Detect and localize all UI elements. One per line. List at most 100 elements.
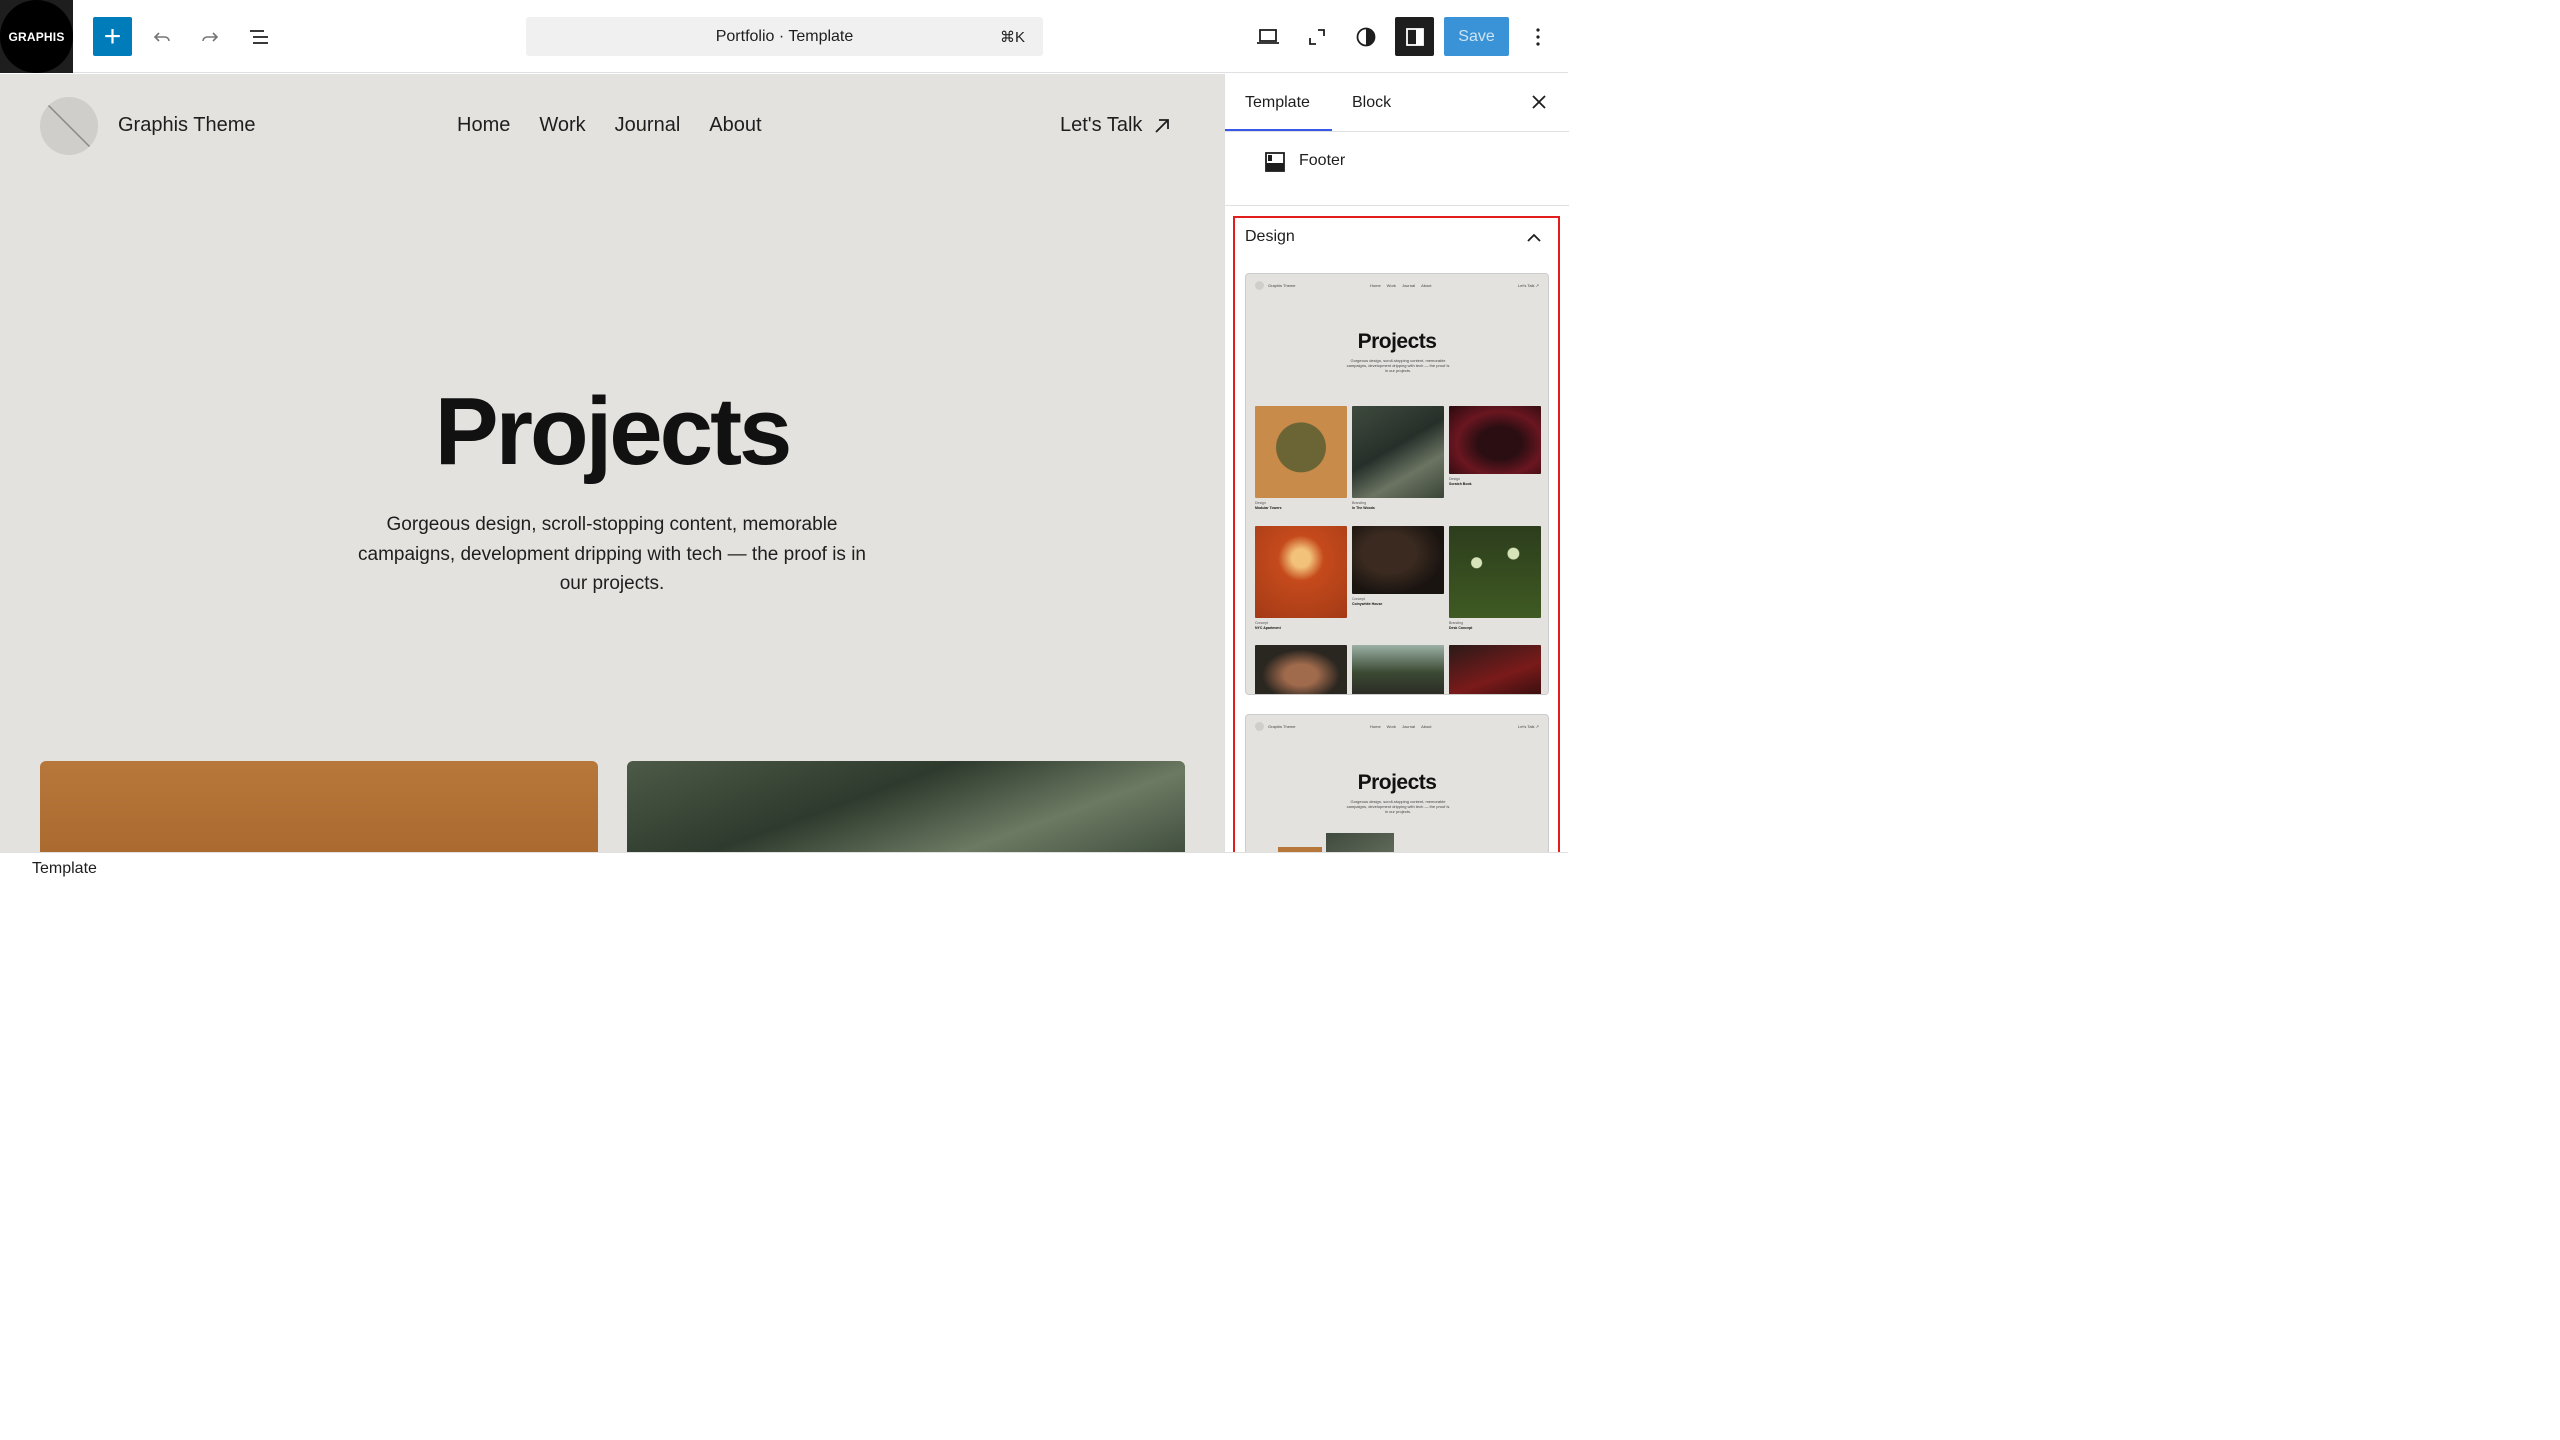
preview-title: Projects	[1357, 771, 1437, 794]
project-thumbnail	[1449, 645, 1541, 694]
preview-project	[1352, 645, 1444, 694]
preview-project: Concept Coinywhite House	[1352, 526, 1444, 607]
redo-icon	[202, 32, 219, 42]
lets-talk-link[interactable]: Let's Talk	[1060, 114, 1172, 137]
project-caption: Design Modular Towers	[1255, 501, 1347, 511]
save-button[interactable]: Save	[1444, 17, 1509, 56]
preview-site-title: Graphis Theme	[1268, 724, 1296, 729]
breadcrumb-template[interactable]: Template	[32, 860, 97, 878]
preview-description: Gorgeous design, scroll-stopping content…	[1346, 358, 1450, 373]
active-tab-indicator	[1225, 129, 1332, 131]
preview-title: Projects	[1357, 330, 1437, 353]
preview-description: Gorgeous design, scroll-stopping content…	[1346, 799, 1450, 814]
document-overview-button[interactable]	[239, 17, 279, 57]
preview-header: Graphis Theme Home Work Journal About Le…	[1246, 722, 1548, 732]
more-options-button[interactable]	[1518, 17, 1558, 57]
project-thumbnail	[1255, 406, 1347, 498]
fullscreen-icon	[1309, 29, 1325, 45]
preview-nav: Home Work Journal About	[1370, 724, 1432, 729]
design-panel: Design Graphis Theme Home Work Journal A…	[1233, 216, 1560, 865]
preview-project: Design Modular Towers	[1255, 406, 1347, 511]
editor-canvas[interactable]: Graphis Theme Home Work Journal About Le…	[0, 74, 1224, 852]
project-title: NYC Apartment	[1255, 626, 1281, 630]
project-caption: Branding Desk Concept	[1449, 621, 1541, 631]
preview-nav: Home Work Journal About	[1370, 283, 1432, 288]
tab-block[interactable]: Block	[1352, 94, 1391, 112]
close-icon	[1532, 95, 1546, 109]
site-navigation: Home Work Journal About	[457, 114, 762, 137]
document-title: Portfolio · Template	[715, 27, 854, 45]
template-part-footer[interactable]: Footer	[1225, 132, 1569, 206]
preview-nav-item: Journal	[1401, 724, 1416, 729]
project-thumbnail	[1352, 406, 1444, 498]
page-description[interactable]: Gorgeous design, scroll-stopping content…	[352, 510, 872, 599]
project-image[interactable]	[40, 761, 598, 852]
project-caption: Concept NYC Apartment	[1255, 621, 1347, 631]
project-thumbnail	[1352, 526, 1444, 594]
project-category: Design	[1255, 501, 1266, 505]
command-shortcut: ⌘K	[999, 28, 1025, 46]
chevron-up-icon[interactable]	[1524, 228, 1544, 248]
project-category: Branding	[1352, 501, 1367, 505]
tab-template[interactable]: Template	[1245, 94, 1310, 112]
settings-sidebar: Template Block Footer Design Graphis The…	[1224, 74, 1569, 865]
add-block-button[interactable]: +	[93, 17, 132, 56]
project-title: Modular Towers	[1255, 506, 1282, 510]
fullscreen-button[interactable]	[1297, 17, 1337, 57]
project-image[interactable]	[627, 761, 1185, 852]
project-thumbnail	[1255, 526, 1347, 618]
page-title[interactable]: Projects	[0, 384, 1224, 480]
command-palette-button[interactable]: Portfolio · Template ⌘K	[526, 17, 1043, 56]
redo-button[interactable]	[190, 17, 230, 57]
close-sidebar-button[interactable]	[1527, 90, 1551, 114]
desktop-preview-icon	[1257, 29, 1279, 44]
preview-nav-item: Work	[1386, 283, 1396, 288]
lets-talk-label: Let's Talk	[1060, 114, 1143, 136]
preview-logo	[1255, 722, 1264, 731]
project-category: Branding	[1449, 621, 1464, 625]
preview-project	[1255, 645, 1347, 694]
preview-project: Branding Desk Concept	[1449, 526, 1541, 631]
preview-cta: Let's Talk ↗	[1518, 724, 1539, 729]
logo-text: GRAPHIS	[0, 0, 73, 73]
more-options-icon	[1536, 28, 1540, 46]
styles-button[interactable]	[1346, 17, 1386, 57]
nav-item-about[interactable]: About	[709, 114, 761, 137]
preview-header: Graphis Theme Home Work Journal About Le…	[1246, 281, 1548, 291]
project-caption: Design Scratch Book	[1449, 477, 1541, 487]
project-title: In The Woods	[1352, 506, 1375, 510]
preview-nav-item: Home	[1370, 283, 1381, 288]
nav-item-work[interactable]: Work	[539, 114, 585, 137]
device-preview-button[interactable]	[1248, 17, 1288, 57]
preview-nav-item: About	[1421, 283, 1432, 288]
preview-nav-item: About	[1421, 724, 1432, 729]
preview-site-title: Graphis Theme	[1268, 283, 1296, 288]
project-thumbnail	[1255, 645, 1347, 694]
document-overview-icon	[250, 30, 268, 44]
settings-sidebar-toggle[interactable]	[1395, 17, 1434, 56]
preview-project: Concept NYC Apartment	[1255, 526, 1347, 631]
preview-project: Design Scratch Book	[1449, 406, 1541, 487]
preview-project	[1449, 645, 1541, 694]
preview-cta: Let's Talk ↗	[1518, 283, 1539, 288]
footer-icon	[1265, 152, 1285, 172]
template-design-preview[interactable]: Graphis Theme Home Work Journal About Le…	[1245, 714, 1549, 863]
editor-toolbar: GRAPHIS + Portfolio · Template ⌘K Save	[0, 0, 1568, 73]
project-category: Concept	[1352, 597, 1366, 601]
project-thumbnail	[1449, 406, 1541, 474]
block-breadcrumb-bar: Template	[0, 852, 1568, 882]
site-logo-placeholder[interactable]	[40, 97, 98, 155]
project-thumbnail	[1449, 526, 1541, 618]
site-title[interactable]: Graphis Theme	[118, 114, 255, 137]
nav-item-home[interactable]: Home	[457, 114, 510, 137]
undo-icon	[153, 32, 170, 42]
site-logo-button[interactable]: GRAPHIS	[0, 0, 73, 73]
design-panel-title[interactable]: Design	[1245, 228, 1295, 246]
project-category: Design	[1449, 477, 1460, 481]
nav-item-journal[interactable]: Journal	[615, 114, 681, 137]
undo-button[interactable]	[142, 17, 182, 57]
project-thumbnail	[1352, 645, 1444, 694]
preview-nav-item: Work	[1386, 724, 1396, 729]
template-design-preview[interactable]: Graphis Theme Home Work Journal About Le…	[1245, 273, 1549, 695]
preview-nav-item: Home	[1370, 724, 1381, 729]
